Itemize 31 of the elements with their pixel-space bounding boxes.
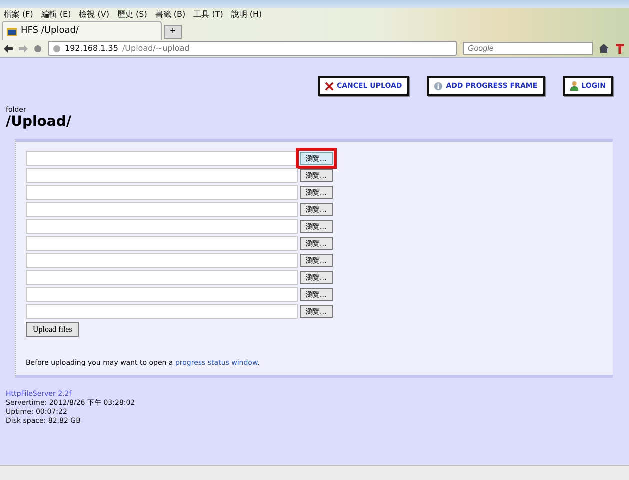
x-icon [324, 82, 334, 90]
menu-item[interactable]: 編輯 (E) [41, 8, 72, 20]
file-field[interactable] [26, 185, 298, 200]
menu-item[interactable]: 檔案 (F) [4, 8, 34, 20]
folder-icon [7, 26, 17, 36]
file-field[interactable] [26, 236, 298, 251]
menu-item[interactable]: 檢視 (V) [79, 8, 110, 20]
address-bar[interactable]: 192.168.1.35 /Upload/~upload [48, 41, 457, 56]
back-icon[interactable] [4, 44, 13, 52]
file-field[interactable] [26, 151, 298, 166]
browser-tab[interactable]: HFS /Upload/ [2, 21, 162, 40]
file-field[interactable] [26, 219, 298, 234]
search-field[interactable]: Google [463, 42, 593, 55]
menu-item[interactable]: 工具 (T) [194, 8, 224, 20]
file-field[interactable] [26, 304, 298, 319]
menu-item[interactable]: 歷史 (S) [118, 8, 148, 20]
file-field[interactable] [26, 270, 298, 285]
file-field[interactable] [26, 202, 298, 217]
file-field[interactable] [26, 287, 298, 302]
upload-files-button[interactable]: Upload files [26, 322, 80, 337]
home-icon[interactable] [599, 44, 609, 53]
menu-item[interactable]: 說明 (H) [231, 8, 262, 20]
menu-item[interactable]: 書籤 (B) [155, 8, 186, 20]
forward-icon[interactable] [19, 44, 28, 52]
file-field[interactable] [26, 253, 298, 268]
new-tab-button[interactable]: + [164, 25, 182, 39]
toolbar-icon[interactable] [615, 44, 625, 54]
user-icon [570, 81, 579, 91]
folder-path: /Upload/ [5, 114, 73, 130]
info-icon [434, 82, 444, 90]
file-field[interactable] [26, 168, 298, 183]
